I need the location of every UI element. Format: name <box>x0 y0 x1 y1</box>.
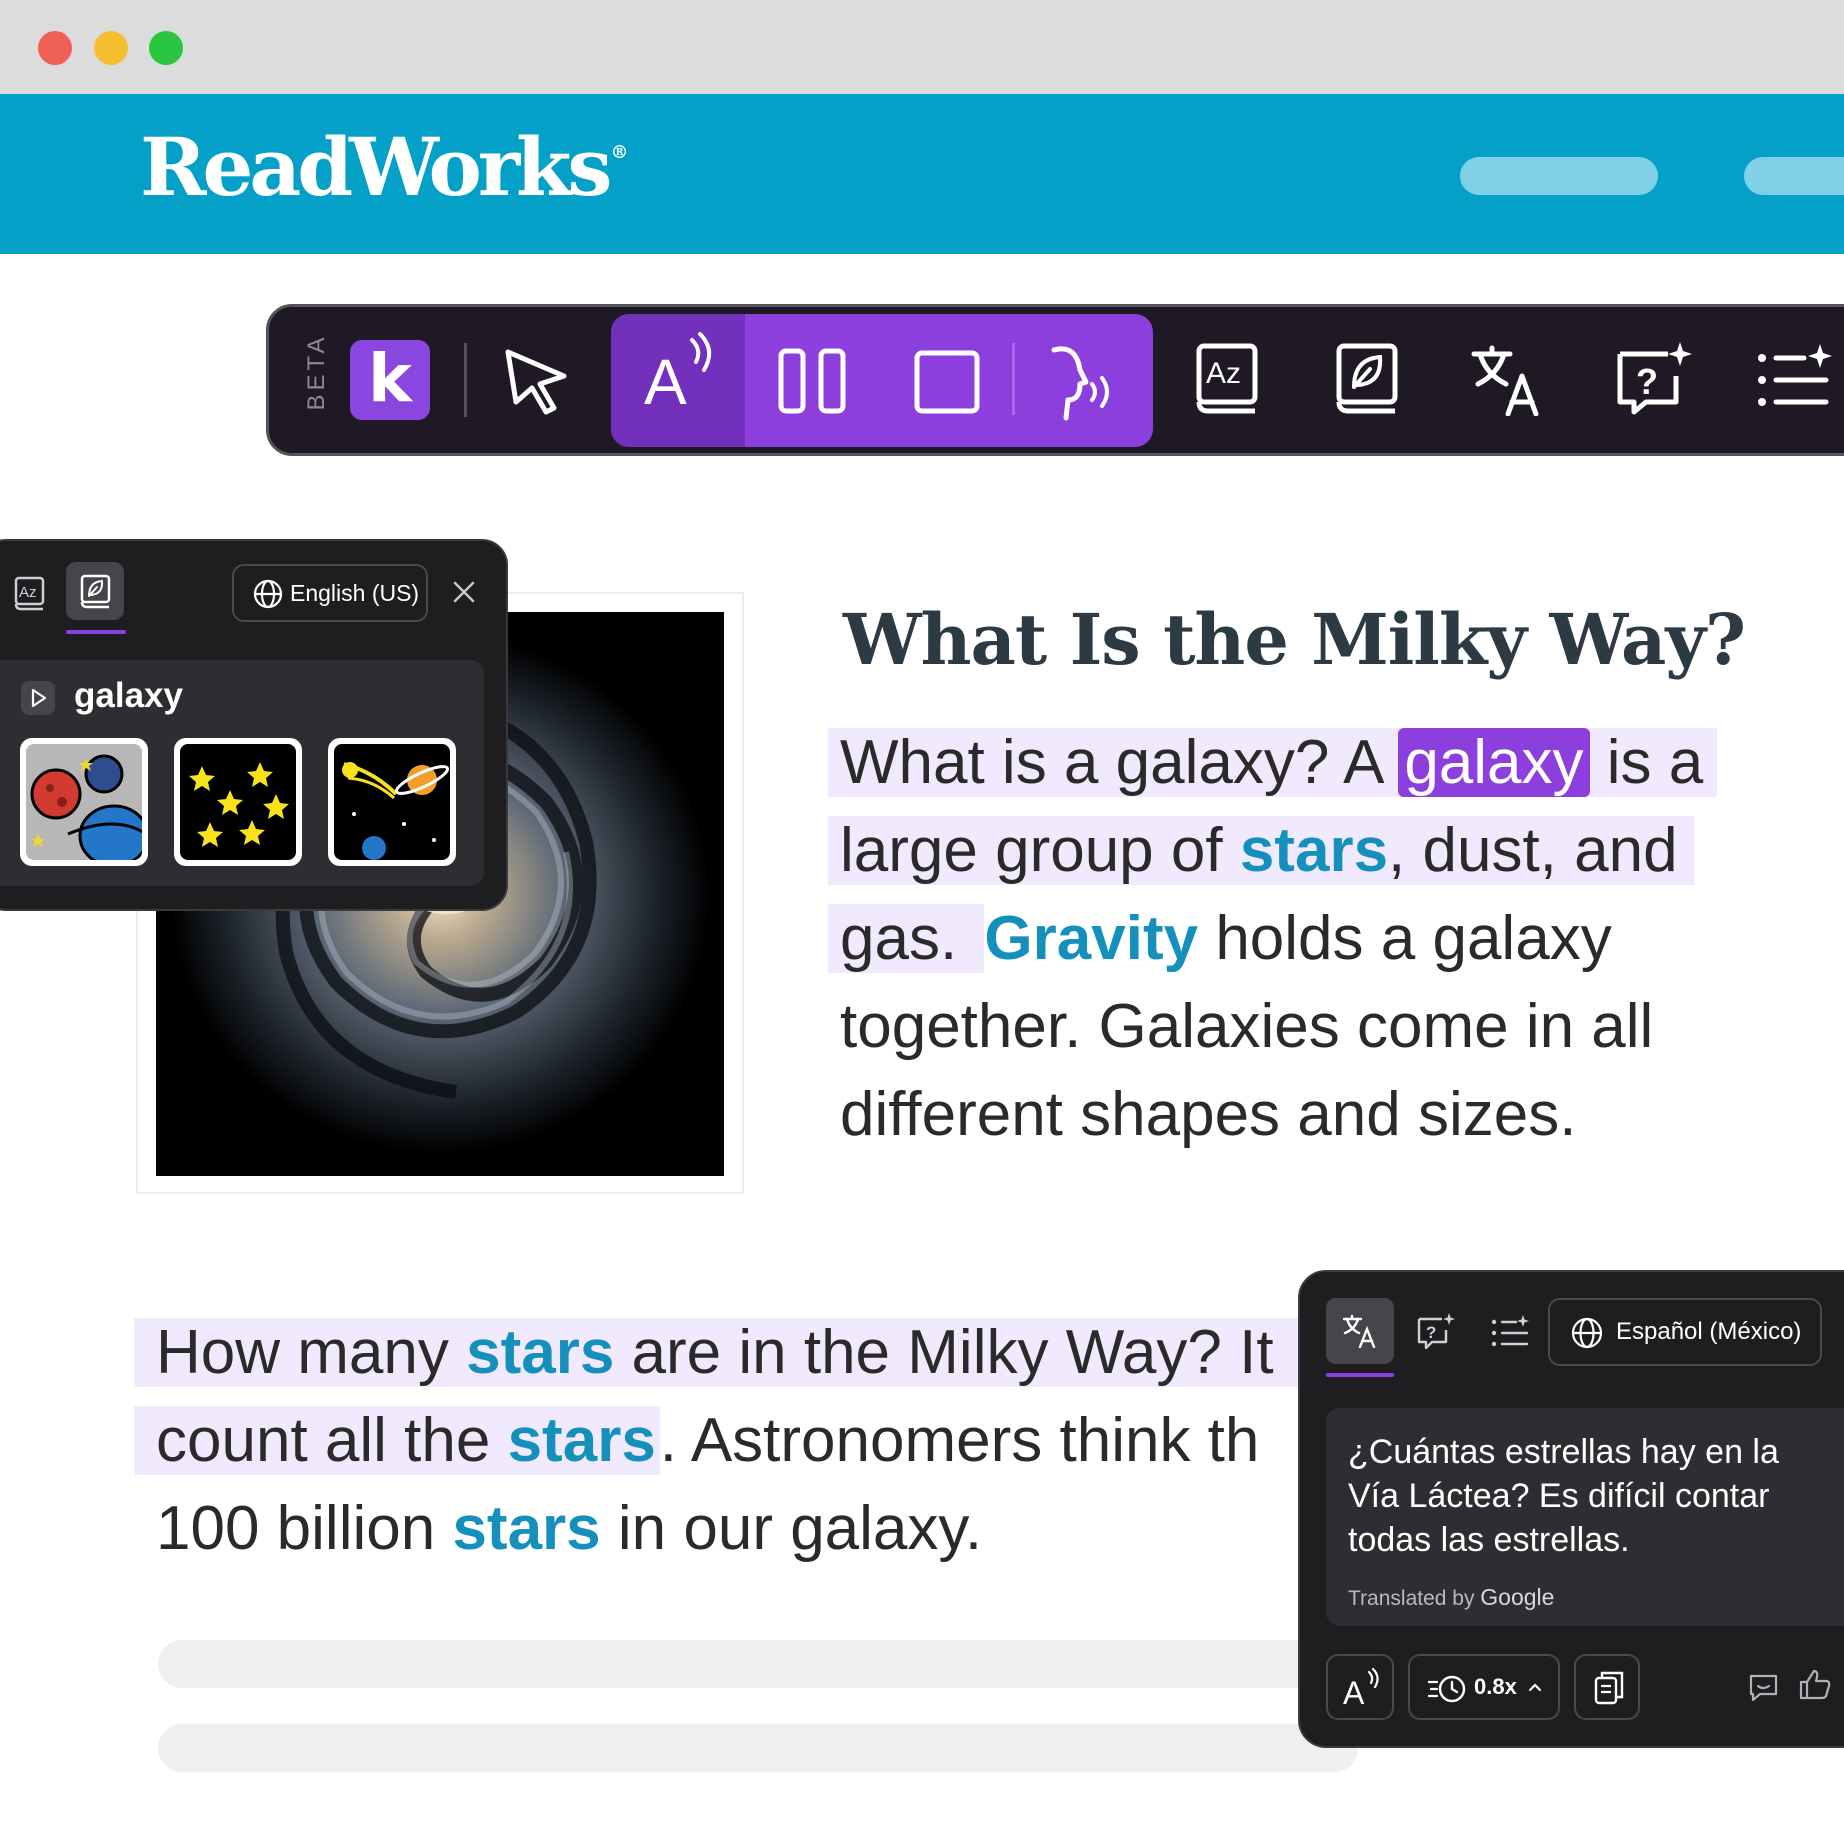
vocab-word[interactable]: stars <box>1240 816 1388 885</box>
cursor-icon[interactable] <box>502 346 572 416</box>
google-logo: Google <box>1480 1584 1555 1610</box>
columns-icon[interactable] <box>778 348 846 414</box>
dictionary-icon[interactable]: Az <box>1196 343 1258 415</box>
translation-credit: Translated by Google <box>1348 1584 1555 1610</box>
globe-icon <box>253 579 283 609</box>
dictionary-tab-icon[interactable]: Az <box>14 576 46 612</box>
paragraph-line[interactable]: gas. Gravity holds a galaxy <box>828 904 1612 973</box>
text-placeholder <box>158 1724 1358 1772</box>
svg-text:Az: Az <box>19 584 37 601</box>
picture-dictionary-icon[interactable] <box>1336 343 1398 415</box>
active-tab-underline <box>66 630 126 634</box>
svg-text:?: ? <box>1636 361 1658 402</box>
planets-image[interactable] <box>20 738 148 866</box>
vocab-word[interactable]: stars <box>466 1318 614 1387</box>
chevron-up-icon <box>1528 1683 1542 1692</box>
paragraph-line[interactable]: How many stars are in the Milky Way? It <box>134 1318 1304 1387</box>
svg-text:?: ? <box>1426 1323 1436 1342</box>
dictionary-word: galaxy <box>74 676 183 715</box>
speech-icon[interactable] <box>1046 344 1118 422</box>
svg-text:A: A <box>1343 1675 1365 1708</box>
paragraph-line[interactable]: different shapes and sizes. <box>840 1084 1576 1146</box>
speed-control[interactable]: 0.8x <box>1408 1654 1560 1720</box>
play-pronunciation-icon[interactable] <box>20 680 56 716</box>
header-nav-placeholder[interactable] <box>1460 157 1658 195</box>
header-nav-placeholder[interactable] <box>1744 157 1844 195</box>
vocab-word[interactable]: Gravity <box>984 904 1198 973</box>
translation-text: ¿Cuántas estrellas hay en la Vía Láctea?… <box>1348 1433 1779 1559</box>
text-placeholder <box>158 1640 1358 1688</box>
picture-dictionary-icon <box>80 574 111 609</box>
summarize-icon[interactable] <box>1754 344 1834 414</box>
speed-value: 0.8x <box>1474 1674 1517 1699</box>
toolbar-divider <box>1012 343 1015 415</box>
paragraph-line[interactable]: 100 billion stars in our galaxy. <box>156 1498 982 1560</box>
summarize-icon[interactable] <box>1490 1314 1530 1350</box>
stars-image[interactable] <box>174 738 302 866</box>
svg-text:A: A <box>644 346 687 412</box>
close-window-button[interactable] <box>38 31 72 65</box>
paragraph-line[interactable]: What is a galaxy? A galaxy is a <box>828 728 1718 797</box>
kami-logo-button[interactable]: k <box>350 340 430 420</box>
globe-icon <box>1571 1317 1603 1349</box>
toolbar-divider <box>464 343 467 417</box>
thumbs-up-icon[interactable] <box>1798 1668 1832 1700</box>
read-aloud-icon: A <box>1343 1668 1379 1708</box>
paragraph-line[interactable]: together. Galaxies come in all <box>840 996 1653 1058</box>
feedback-icon[interactable] <box>1748 1672 1780 1702</box>
maximize-window-button[interactable] <box>149 31 183 65</box>
translate-icon[interactable] <box>1470 344 1546 416</box>
readworks-logo[interactable]: ReadWorks ® <box>140 120 628 214</box>
beta-label: BETA <box>303 333 330 411</box>
vocab-word[interactable]: stars <box>452 1494 600 1563</box>
speed-icon <box>1428 1675 1466 1703</box>
ask-question-icon[interactable]: ? <box>1416 1312 1456 1350</box>
comet-planet-image[interactable] <box>328 738 456 866</box>
svg-text:Az: Az <box>1206 357 1241 390</box>
article-title: What Is the Milky Way? <box>843 598 1746 681</box>
minimize-window-button[interactable] <box>94 31 128 65</box>
translate-icon <box>1342 1314 1376 1348</box>
focus-box-icon[interactable] <box>914 350 980 414</box>
copy-icon <box>1594 1671 1624 1705</box>
read-aloud-button[interactable]: A <box>1326 1654 1394 1720</box>
ask-question-icon[interactable]: ? <box>1614 340 1694 416</box>
active-tab-underline <box>1326 1373 1394 1377</box>
read-aloud-icon[interactable]: A <box>640 332 720 412</box>
highlighted-word[interactable]: galaxy <box>1398 728 1590 797</box>
browser-title-bar <box>0 0 1844 94</box>
vocab-word[interactable]: stars <box>508 1406 656 1475</box>
close-icon[interactable] <box>452 580 476 604</box>
copy-text-button[interactable] <box>1574 1654 1640 1720</box>
paragraph-line[interactable]: large group of stars, dust, and <box>828 816 1694 885</box>
paragraph-line[interactable]: count all the stars. Astronomers think t… <box>134 1406 1259 1475</box>
